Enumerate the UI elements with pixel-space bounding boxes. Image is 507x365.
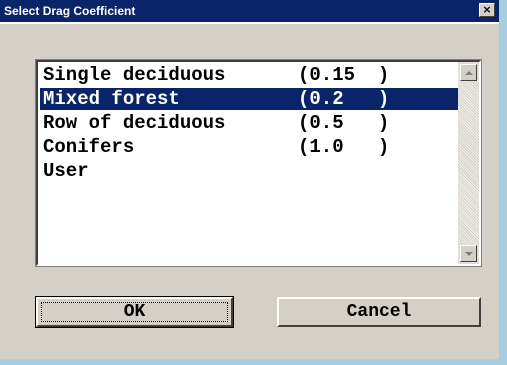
title-bar: Select Drag Coefficient × [0, 0, 499, 24]
drag-coefficient-listbox[interactable]: Single deciduous (0.15 ) Mixed forest (0… [35, 59, 482, 267]
list-item-value: (1.0 ) [298, 136, 390, 158]
list-item-row-of-deciduous[interactable]: Row of deciduous (0.5 ) [40, 112, 458, 134]
scroll-down-button[interactable] [460, 245, 477, 262]
list-item-name: Mixed forest [43, 88, 180, 110]
close-button[interactable]: × [479, 3, 495, 17]
scroll-down-arrow-icon [465, 252, 473, 256]
list-item-name: User [43, 160, 89, 182]
list-items: Single deciduous (0.15 ) Mixed forest (0… [38, 62, 458, 264]
cancel-button[interactable]: Cancel [277, 297, 481, 327]
select-drag-coefficient-dialog: Select Drag Coefficient × Single deciduo… [0, 0, 507, 365]
cancel-button-label: Cancel [346, 302, 412, 322]
list-item-value: (0.2 ) [298, 88, 390, 110]
scroll-up-arrow-icon [465, 71, 473, 75]
ok-button-label: OK [123, 302, 146, 322]
scroll-up-button[interactable] [460, 64, 477, 81]
list-item-name: Row of deciduous [43, 112, 226, 134]
vertical-scrollbar[interactable] [458, 62, 479, 264]
list-item-mixed-forest[interactable]: Mixed forest (0.2 ) [40, 88, 458, 110]
list-item-name: Conifers [43, 136, 135, 158]
list-item-name: Single deciduous [43, 64, 226, 86]
list-item-value: (0.15 ) [298, 64, 390, 86]
close-icon: × [482, 3, 492, 16]
list-item-conifers[interactable]: Conifers (1.0 ) [40, 136, 458, 158]
list-item-single-deciduous[interactable]: Single deciduous (0.15 ) [40, 64, 458, 86]
window-title: Select Drag Coefficient [4, 4, 136, 18]
list-item-user[interactable]: User [40, 160, 458, 182]
ok-button[interactable]: OK [35, 296, 234, 328]
list-item-value: (0.5 ) [298, 112, 390, 134]
